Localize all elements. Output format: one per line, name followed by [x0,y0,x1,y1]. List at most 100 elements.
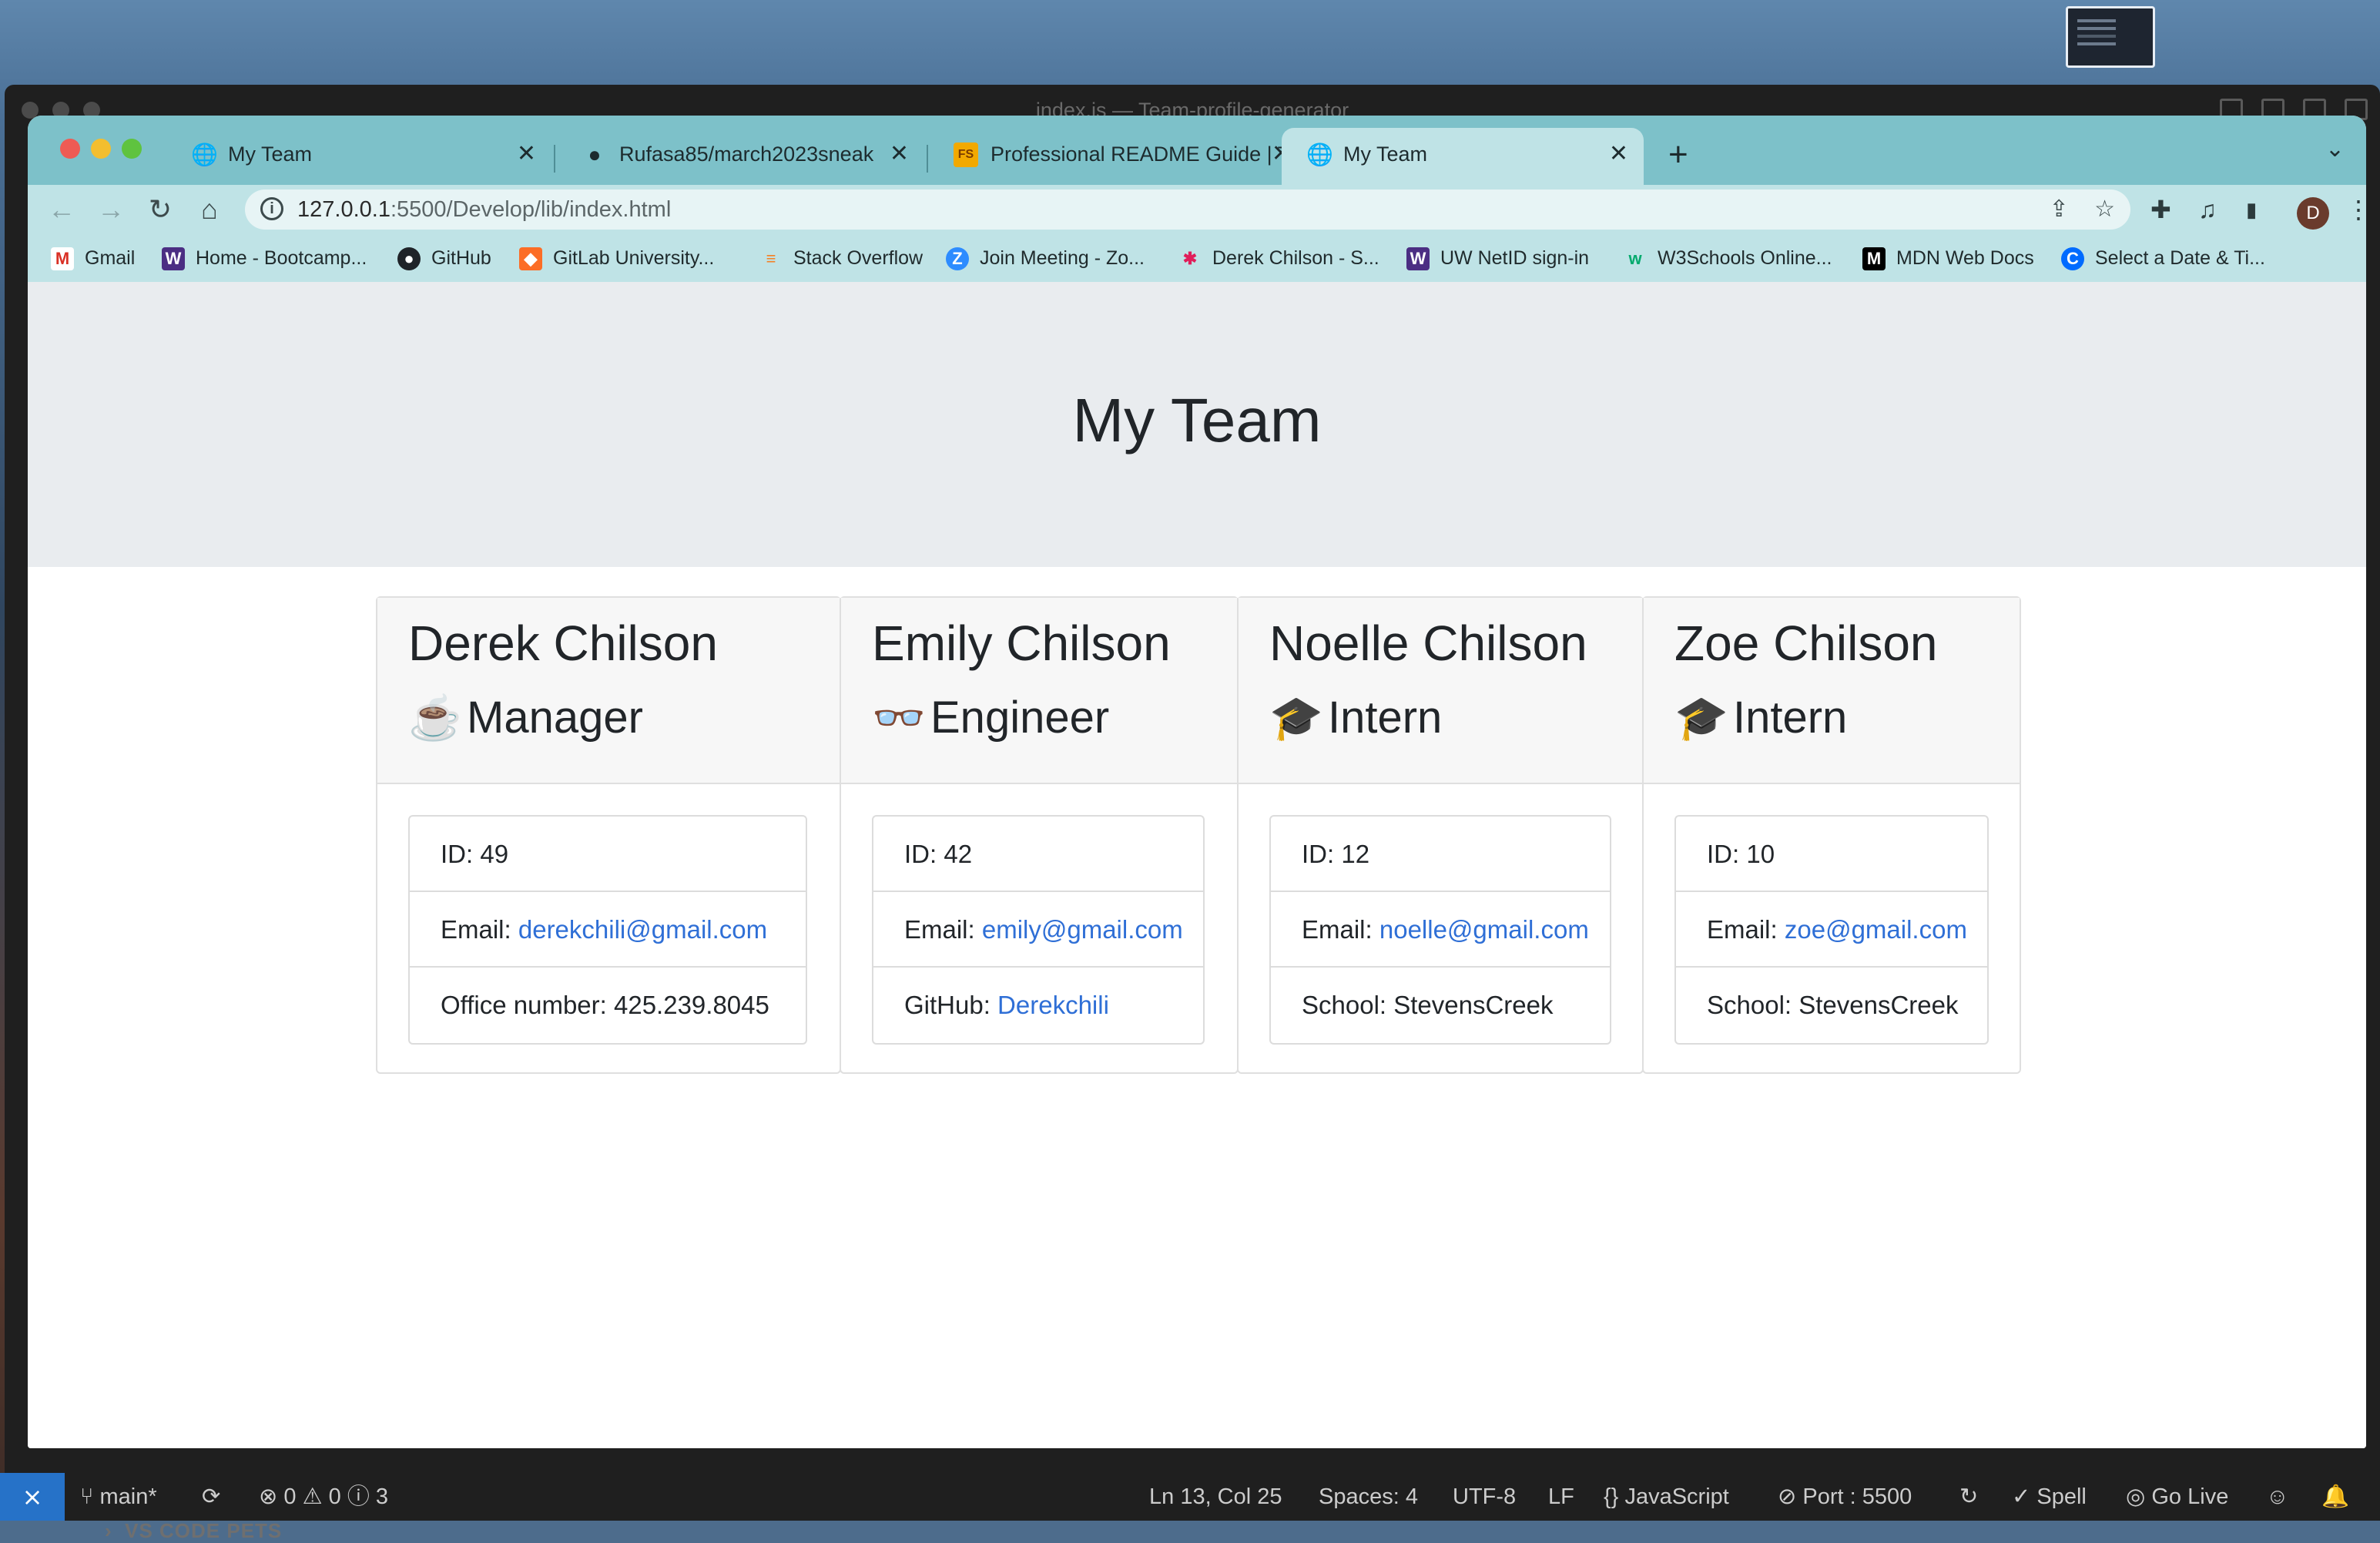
spell-check[interactable]: ✓ Spell [2012,1473,2087,1521]
sync-icon[interactable]: ⟳ [202,1473,220,1521]
line-ending[interactable]: LF [1548,1473,1574,1521]
bookmark-star-icon[interactable]: ☆ [2094,196,2115,222]
employee-name: Derek Chilson [408,616,718,671]
bookmark-w3schools[interactable]: w W3Schools Online... [1624,234,1832,282]
media-control-icon[interactable]: ♫ [2198,193,2217,226]
browser-toolbar: ← → ↻ ⌂ i 127.0.0.1:5500/Develop/lib/ind… [28,185,2366,234]
github-icon: ● [397,247,421,271]
bookmark-label: UW NetID sign-in [1440,247,1590,269]
tab-title: Rufasa85/march2023sneak [619,143,874,166]
feedback-icon[interactable]: ☺ [2266,1473,2289,1521]
employee-id: ID: 42 [873,817,1203,892]
w-icon: W [162,247,185,271]
language-mode[interactable]: {} JavaScript [1604,1473,1729,1521]
employee-email: Email: emily@gmail.com [873,892,1203,968]
tab-github-repo[interactable]: ● Rufasa85/march2023sneak ✕ [558,128,924,185]
bookmark-uw-netid[interactable]: W UW NetID sign-in [1406,234,1589,282]
problems-status[interactable]: ⊗ 0 ⚠ 0 ⓘ 3 [259,1473,388,1521]
email-link[interactable]: emily@gmail.com [982,915,1183,944]
tab-search-icon[interactable]: ⌄ [2325,136,2345,163]
close-window-button[interactable] [60,139,80,159]
bookmark-calendly[interactable]: C Select a Date & Ti... [2061,234,2265,282]
role-label: Intern [1733,693,1848,743]
error-count: 0 [283,1484,297,1509]
encoding[interactable]: UTF-8 [1453,1473,1516,1521]
spell-label: Spell [2036,1484,2087,1509]
globe-icon: 🌐 [1306,143,1333,166]
bookmark-slack[interactable]: ✱ Derek Chilson - S... [1178,234,1379,282]
vscode-status-bar: ⨯ ⑂ main* ⟳ ⊗ 0 ⚠ 0 ⓘ 3 Ln 13, Col 25 Sp… [0,1473,2380,1521]
tab-my-team-1[interactable]: 🌐 My Team ✕ [166,128,551,185]
notifications-icon[interactable]: 🔔 [2321,1473,2349,1521]
coffee-icon: ☕ [408,693,462,742]
page-content: My Team Derek Chilson ☕ Manager ID: 49 Em… [28,282,2366,1448]
share-icon[interactable]: ⇪ [2050,196,2069,222]
more-menu-icon[interactable]: ⋮ [2346,193,2366,226]
bookmark-github[interactable]: ● GitHub [397,234,491,282]
site-info-icon[interactable]: i [260,197,283,220]
bookmark-gitlab[interactable]: ◆ GitLab University... [519,234,714,282]
warning-icon: ⚠ [302,1484,323,1509]
url-text[interactable]: 127.0.0.1:5500/Develop/lib/index.html [297,190,671,230]
home-button[interactable]: ⌂ [191,191,228,228]
bookmark-label: Home - Bootcamp... [196,247,367,269]
cursor-position[interactable]: Ln 13, Col 25 [1149,1473,1282,1521]
minimize-window-button[interactable] [91,139,111,159]
address-bar[interactable]: i 127.0.0.1:5500/Develop/lib/index.html … [245,190,2130,230]
info-icon: ⓘ [347,1484,370,1509]
extensions-icon[interactable]: ✚ [2150,193,2171,226]
bookmark-gmail[interactable]: M Gmail [51,234,135,282]
zoom-window-button[interactable] [122,139,142,159]
close-icon[interactable]: ✕ [1609,128,1628,180]
github-link[interactable]: Derekchili [997,991,1109,1019]
role-label: Intern [1328,693,1443,743]
page-title: My Team [1072,386,1322,455]
school: School: StevensCreek [1302,991,1554,1019]
employee-email: Email: zoe@gmail.com [1676,892,1987,968]
card-header: Derek Chilson ☕ Manager [377,598,840,784]
url-path: :5500/Develop/lib/index.html [390,197,672,222]
indentation[interactable]: Spaces: 4 [1319,1473,1418,1521]
email-link[interactable]: zoe@gmail.com [1785,915,1967,944]
bookmark-zoom[interactable]: Z Join Meeting - Zo... [946,234,1145,282]
email-label: Email: [904,915,975,944]
tab-my-team-active[interactable]: 🌐 My Team ✕ [1282,128,1644,185]
remote-icon[interactable]: ⨯ [0,1473,65,1521]
branch-status[interactable]: ⑂ main* [80,1473,157,1521]
forward-button[interactable]: → [92,191,129,228]
sync-settings-icon[interactable]: ↻ [1959,1473,1978,1521]
employee-id: ID: 12 [1271,817,1610,892]
graduate-icon: 🎓 [1674,693,1728,742]
email-link[interactable]: noelle@gmail.com [1379,915,1589,944]
avatar[interactable]: D [2297,197,2329,230]
bookmark-bootcamp[interactable]: W Home - Bootcamp... [162,234,367,282]
warning-count: 0 [328,1484,341,1509]
new-tab-button[interactable]: + [1668,131,1688,179]
bookmark-label: Select a Date & Ti... [2095,247,2265,269]
branch-icon: ⑂ [80,1484,94,1509]
glasses-icon: 👓 [872,693,926,742]
employee-name: Emily Chilson [872,616,1171,671]
employee-name: Noelle Chilson [1269,616,1587,671]
error-icon: ⊗ [259,1484,278,1509]
employee-role: ☕ Manager [408,692,643,743]
side-panel-icon[interactable]: ▮ [2246,193,2257,226]
reload-button[interactable]: ↻ [142,191,179,228]
close-icon[interactable]: ✕ [517,128,536,180]
back-button[interactable]: ← [43,191,80,228]
employee-card: Derek Chilson ☕ Manager ID: 49 Email: der… [376,596,841,1074]
fs-icon: FS [954,143,978,167]
bookmark-label: Join Meeting - Zo... [980,247,1145,269]
employee-details: ID: 12 Email: noelle@gmail.com School: S… [1269,815,1611,1045]
language-label: JavaScript [1624,1484,1729,1509]
bookmark-stackoverflow[interactable]: ≡ Stack Overflow [759,234,924,282]
vscode-pets-section[interactable]: › VS CODE PETS [105,1519,282,1543]
tab-readme-guide[interactable]: FS Professional README Guide | T ✕ [929,128,1306,185]
bookmark-mdn[interactable]: M MDN Web Docs [1862,234,2034,282]
go-live-button[interactable]: ◎ Go Live [2126,1473,2228,1521]
zoom-icon: Z [946,247,969,271]
port-status[interactable]: ⊘ Port : 5500 [1778,1473,1912,1521]
screenshot-thumbnail[interactable] [2066,6,2155,68]
close-icon[interactable]: ✕ [890,128,909,180]
email-link[interactable]: derekchili@gmail.com [518,915,767,944]
